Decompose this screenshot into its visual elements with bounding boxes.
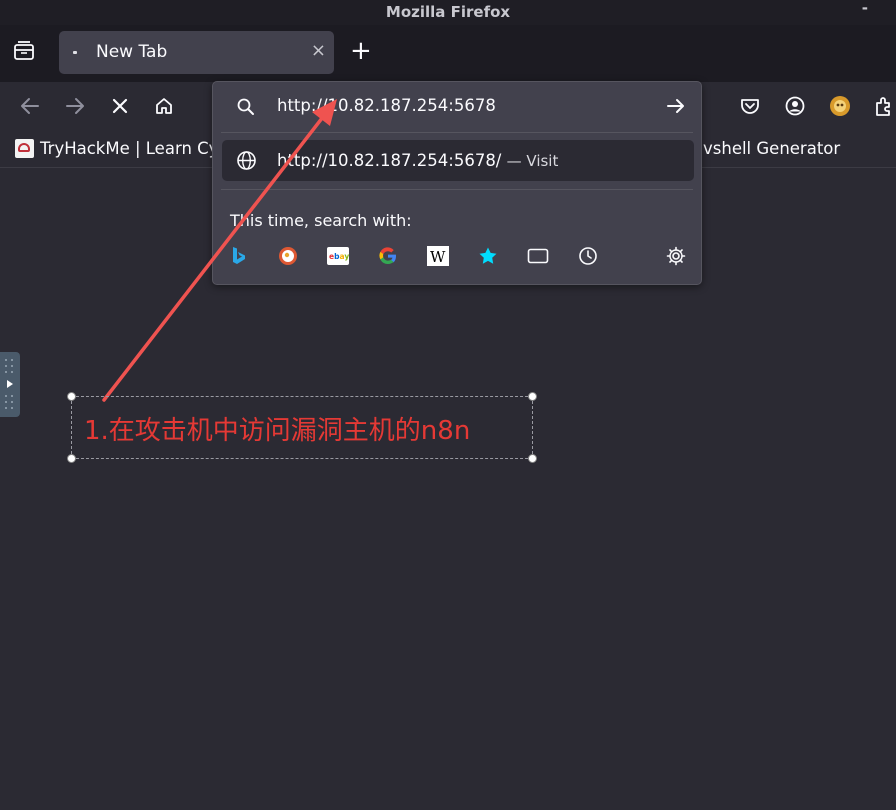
resize-handle[interactable] xyxy=(528,454,537,463)
resize-handle[interactable] xyxy=(528,392,537,401)
annotation-box: 1.在攻击机中访问漏洞主机的n8n xyxy=(67,392,537,463)
annotation-text: 1.在攻击机中访问漏洞主机的n8n xyxy=(84,416,471,446)
resize-handle[interactable] xyxy=(67,454,76,463)
resize-handle[interactable] xyxy=(67,392,76,401)
